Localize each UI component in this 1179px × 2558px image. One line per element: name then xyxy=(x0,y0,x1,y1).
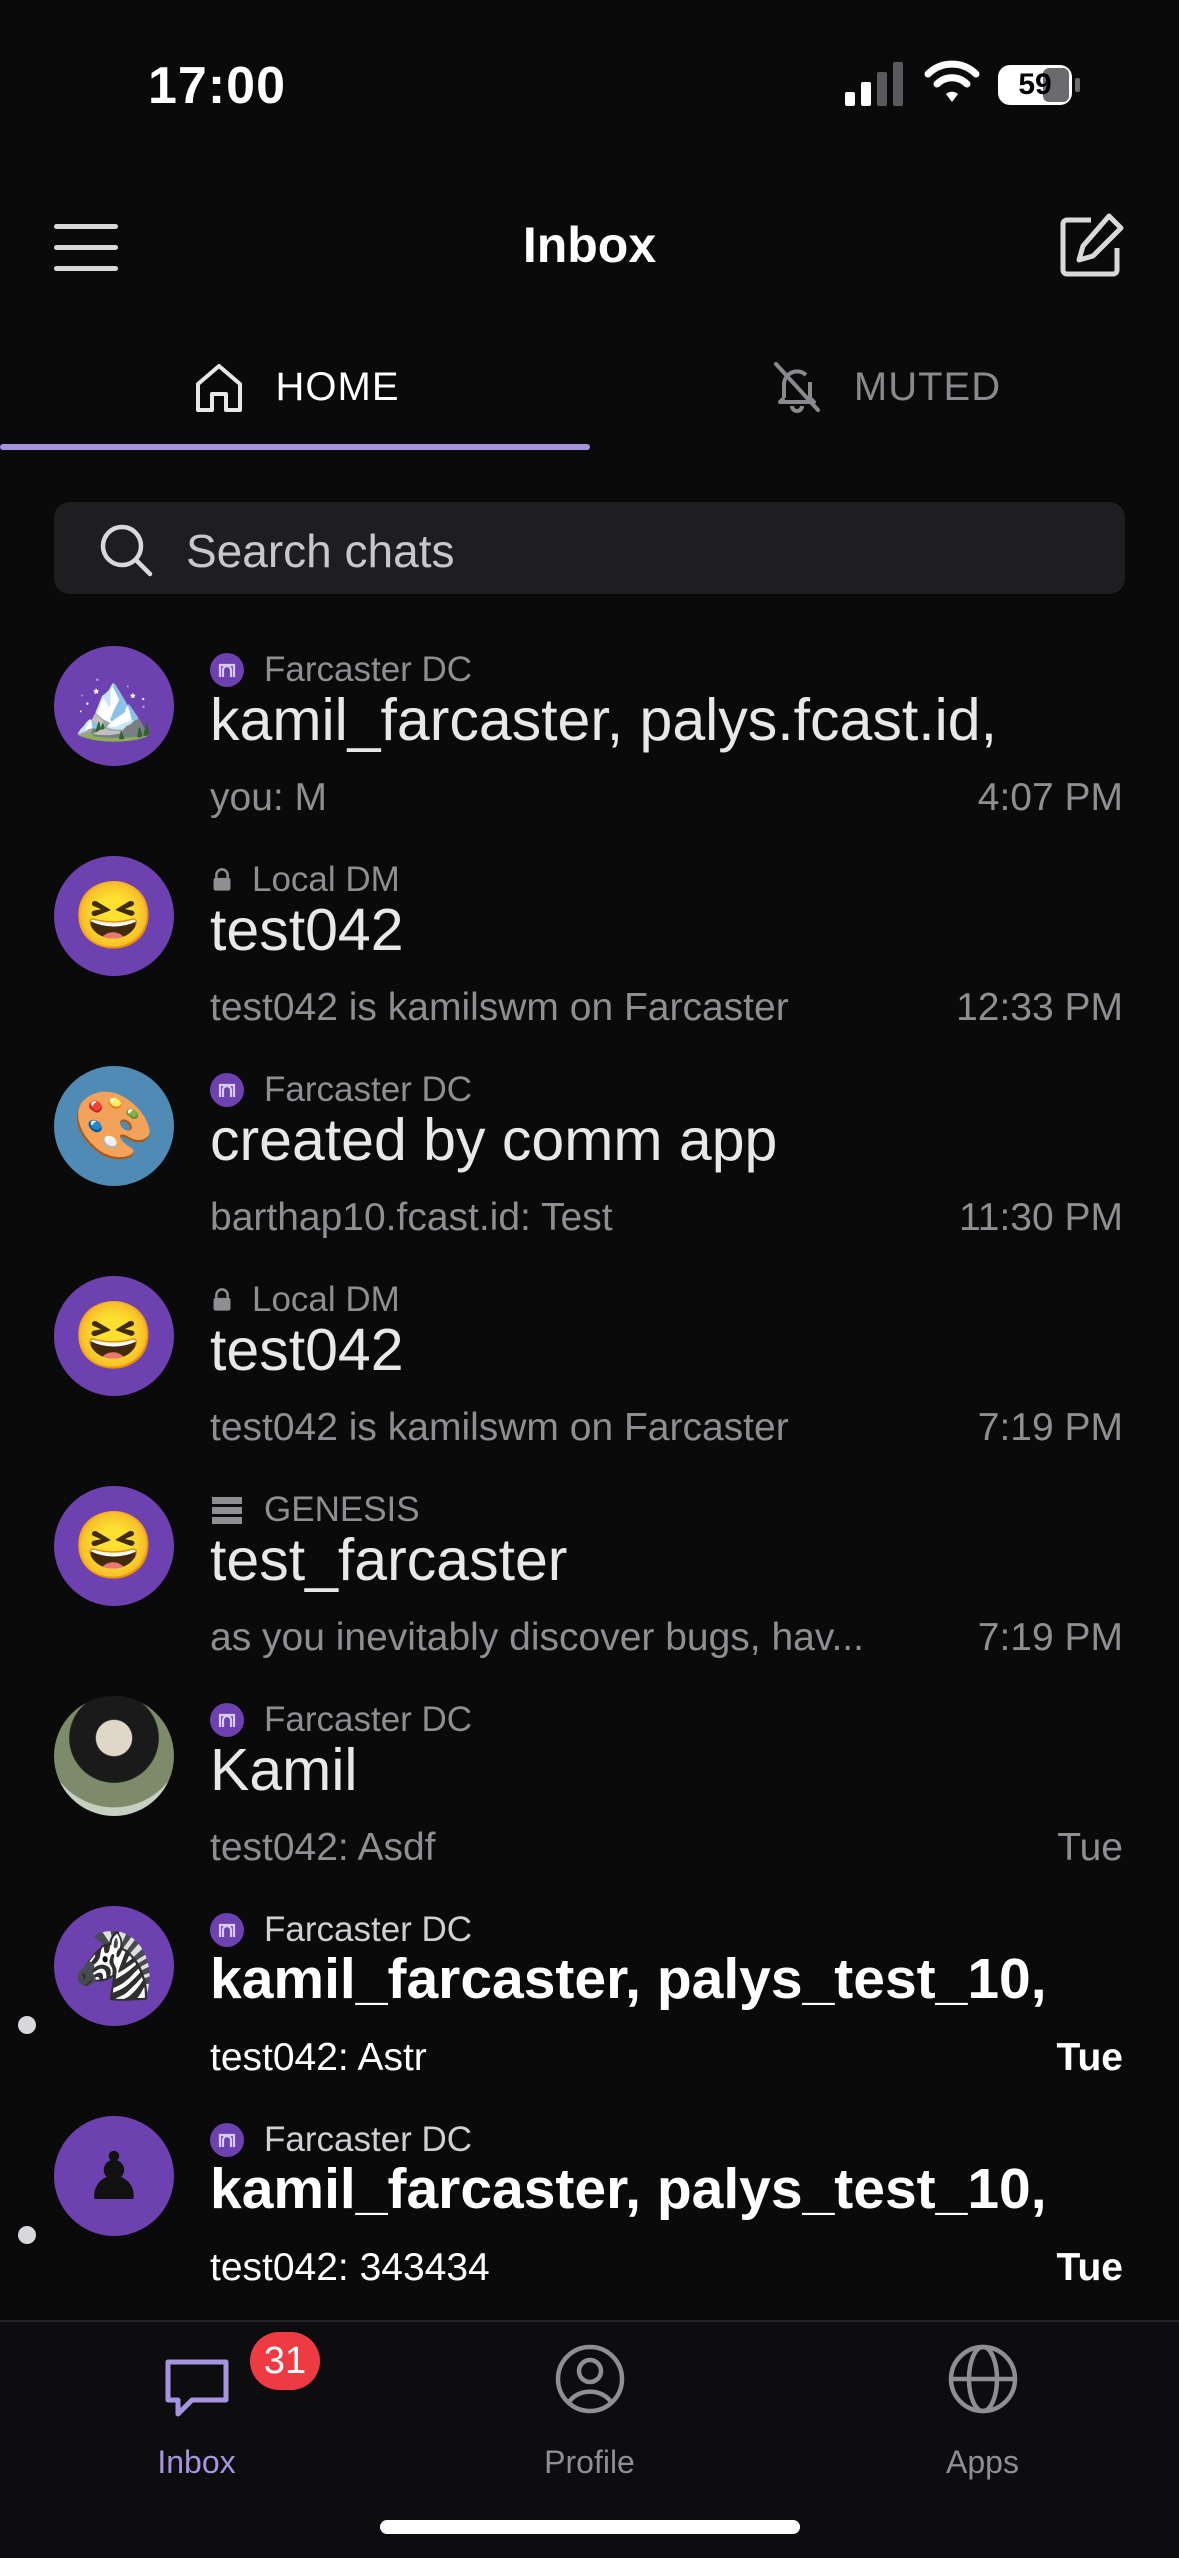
battery-icon: 59 xyxy=(997,64,1081,106)
avatar: 🎨 xyxy=(54,1066,174,1186)
inbox-tabs: HOME MUTED xyxy=(0,322,1179,452)
chat-list: 🏔️ Farcaster DC kamil_farcaster, palys.f… xyxy=(0,640,1179,2320)
avatar: 😆 xyxy=(54,1486,174,1606)
chat-time: Tue xyxy=(1057,1826,1123,1869)
tab-bar-inbox-label: Inbox xyxy=(157,2444,236,2480)
chat-time: 7:19 PM xyxy=(977,1616,1123,1659)
chat-row[interactable]: 😆 Local DM test042 test042 is kamilswm o… xyxy=(0,850,1179,1060)
chat-bubble-icon xyxy=(165,2359,229,2417)
avatar: 😆 xyxy=(54,1276,174,1396)
wifi-icon xyxy=(924,60,980,102)
compose-icon[interactable] xyxy=(1055,210,1127,282)
chat-title: test_farcaster xyxy=(210,1527,568,1593)
chat-title: kamil_farcaster, palys_test_10, xyxy=(210,1947,1047,2011)
farcaster-icon xyxy=(210,1913,244,1947)
chat-title: Kamil xyxy=(210,1737,358,1803)
header: Inbox xyxy=(0,190,1179,300)
chat-title: test042 xyxy=(210,1317,404,1383)
tab-home-label: HOME xyxy=(275,364,400,409)
chat-preview: barthap10.fcast.id: Test xyxy=(210,1196,613,1239)
home-icon xyxy=(195,364,242,412)
lock-icon xyxy=(213,868,231,891)
chat-time: 11:30 PM xyxy=(958,1196,1123,1239)
tab-bar-inbox[interactable]: 31 Inbox xyxy=(0,2322,393,2522)
tab-muted[interactable]: MUTED xyxy=(590,322,1179,452)
chat-title: kamil_farcaster, palys.fcast.id, xyxy=(210,687,997,753)
status-bar: 17:00 59 xyxy=(0,0,1179,170)
farcaster-icon xyxy=(210,2123,244,2157)
chat-row[interactable]: Farcaster DC Kamil test042: Asdf Tue xyxy=(0,1690,1179,1900)
user-circle-icon xyxy=(555,2344,625,2414)
badge-text: Farcaster DC xyxy=(264,2120,473,2159)
tab-muted-label: MUTED xyxy=(853,364,1002,409)
chat-preview: test042: 343434 xyxy=(210,2246,490,2289)
status-time: 17:00 xyxy=(148,57,286,115)
avatar: 🦓 xyxy=(54,1906,174,2026)
home-indicator[interactable] xyxy=(380,2520,800,2534)
avatar xyxy=(54,1696,174,1816)
avatar: 🏔️ xyxy=(54,646,174,766)
bell-off-icon xyxy=(773,362,820,413)
tab-bar-apps-label: Apps xyxy=(946,2444,1019,2480)
chat-row[interactable]: 😆 GENESIS test_farcaster as you inevitab… xyxy=(0,1480,1179,1690)
lock-icon xyxy=(213,1288,231,1311)
chat-row[interactable]: ♟ Farcaster DC kamil_farcaster, palys_te… xyxy=(0,2110,1179,2320)
chat-time: Tue xyxy=(1056,2246,1123,2289)
chat-preview: test042 is kamilswm on Farcaster xyxy=(210,1406,789,1449)
page-title: Inbox xyxy=(522,217,657,273)
chat-title: test042 xyxy=(210,897,404,963)
badge-text: GENESIS xyxy=(264,1490,420,1529)
chat-preview: test042: Asdf xyxy=(210,1826,436,1869)
chat-time: 7:19 PM xyxy=(977,1406,1123,1449)
server-icon xyxy=(212,1497,242,1524)
tab-home[interactable]: HOME xyxy=(0,322,589,452)
badge-text: Farcaster DC xyxy=(264,650,473,689)
tab-bar-profile-label: Profile xyxy=(544,2444,635,2480)
badge-text: Local DM xyxy=(252,1280,400,1319)
badge-text: Farcaster DC xyxy=(264,1070,473,1109)
chat-row[interactable]: 🏔️ Farcaster DC kamil_farcaster, palys.f… xyxy=(0,640,1179,850)
chat-title: kamil_farcaster, palys_test_10, xyxy=(210,2157,1047,2221)
avatar: 😆 xyxy=(54,856,174,976)
cellular-signal-icon xyxy=(845,62,903,106)
badge-text: Local DM xyxy=(252,860,400,899)
chat-preview: test042 is kamilswm on Farcaster xyxy=(210,986,789,1029)
unread-dot xyxy=(18,2016,36,2034)
chat-row[interactable]: 🎨 Farcaster DC created by comm app barth… xyxy=(0,1060,1179,1270)
search-placeholder: Search chats xyxy=(186,525,455,577)
unread-dot xyxy=(18,2226,36,2244)
globe-icon xyxy=(948,2344,1018,2414)
badge-text: Farcaster DC xyxy=(264,1910,473,1949)
unread-count-badge: 31 xyxy=(250,2332,320,2390)
farcaster-icon xyxy=(210,1073,244,1107)
chat-time: 12:33 PM xyxy=(956,986,1123,1029)
chat-time: 4:07 PM xyxy=(977,776,1123,819)
chat-title: created by comm app xyxy=(210,1107,778,1173)
chat-row[interactable]: 😆 Local DM test042 test042 is kamilswm o… xyxy=(0,1270,1179,1480)
chat-time: Tue xyxy=(1056,2036,1123,2079)
farcaster-icon xyxy=(210,653,244,687)
active-tab-indicator xyxy=(0,444,590,450)
battery-level: 59 xyxy=(1018,68,1052,101)
chat-preview: you: M xyxy=(210,776,328,819)
tab-bar-apps[interactable]: Apps xyxy=(786,2322,1179,2522)
badge-text: Farcaster DC xyxy=(264,1700,473,1739)
search-icon xyxy=(100,524,153,577)
farcaster-icon xyxy=(210,1703,244,1737)
avatar: ♟ xyxy=(54,2116,174,2236)
chat-preview: as you inevitably discover bugs, hav... xyxy=(210,1616,864,1659)
tab-bar-profile[interactable]: Profile xyxy=(393,2322,786,2522)
chat-preview: test042: Astr xyxy=(210,2036,427,2079)
search-input[interactable]: Search chats xyxy=(54,502,1125,594)
chat-row[interactable]: 🦓 Farcaster DC kamil_farcaster, palys_te… xyxy=(0,1900,1179,2110)
